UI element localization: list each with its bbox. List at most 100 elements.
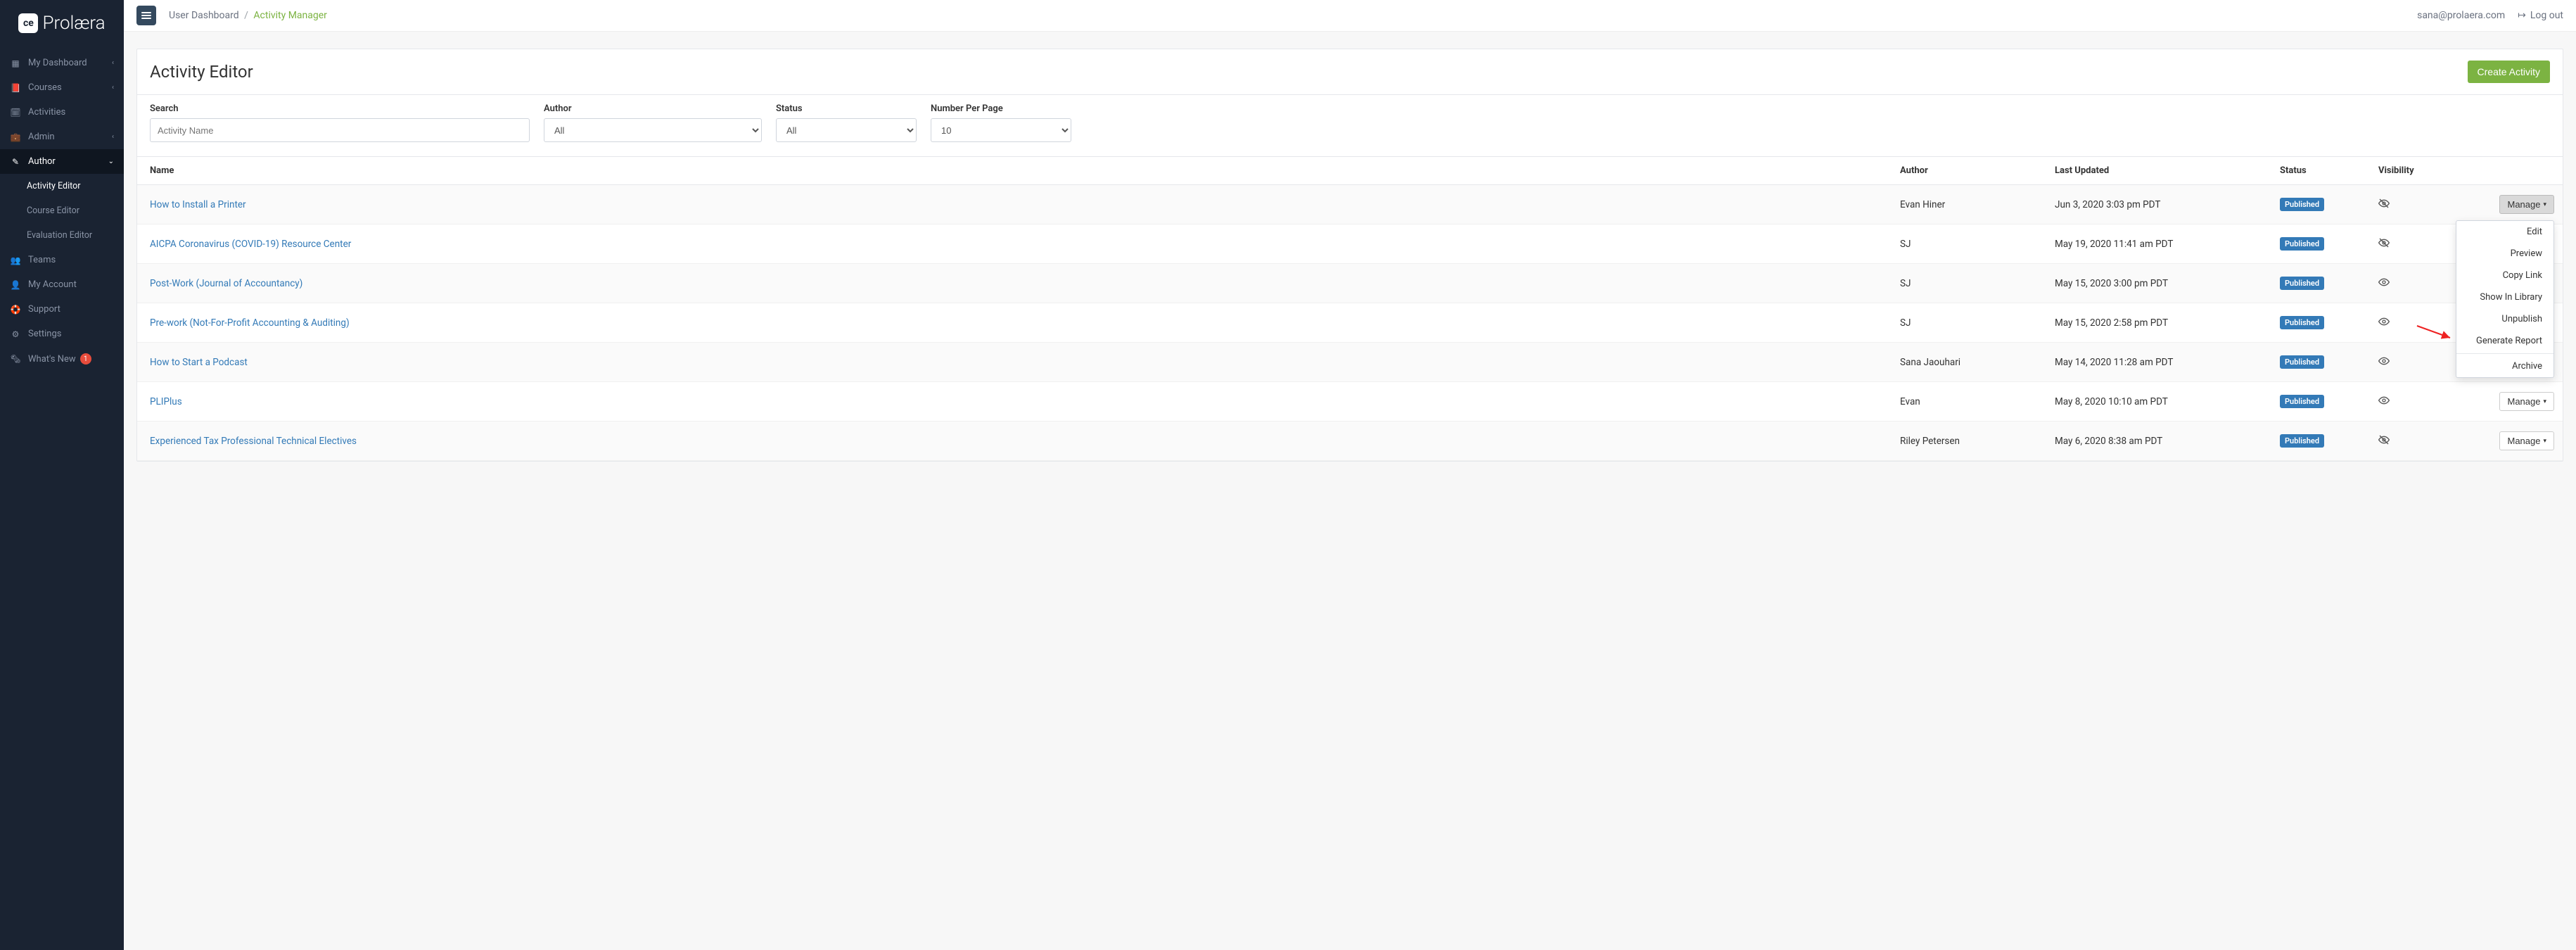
eye-icon[interactable] — [2378, 319, 2390, 330]
sidebar-item-label: Settings — [28, 329, 61, 339]
status-badge: Published — [2280, 198, 2324, 211]
user-icon: 👤 — [10, 280, 21, 290]
edit-icon: ✎ — [10, 157, 21, 167]
sidebar-item-support[interactable]: 🛟 Support — [0, 297, 124, 322]
sidebar-item-author[interactable]: ✎ Author ⌄ — [0, 149, 124, 174]
activity-updated: Jun 3, 2020 3:03 pm PDT — [2042, 185, 2267, 224]
manage-menu-archive[interactable]: Archive — [2456, 355, 2553, 377]
activity-author: SJ — [1887, 264, 2042, 303]
logo[interactable]: ce Prolæra — [0, 0, 124, 51]
eye-icon[interactable] — [2378, 358, 2390, 369]
logout-icon: ↦ — [2518, 10, 2526, 21]
activity-name-link[interactable]: How to Start a Podcast — [150, 357, 248, 368]
sidebar-subitem-course-editor[interactable]: Course Editor — [0, 198, 124, 223]
sidebar-subitem-activity-editor[interactable]: Activity Editor — [0, 174, 124, 198]
logo-text: Prolæra — [42, 13, 105, 34]
caret-down-icon: ▾ — [2543, 437, 2546, 445]
sidebar-item-label: Author — [28, 156, 56, 167]
manage-button[interactable]: Manage▾ — [2499, 431, 2554, 450]
sidebar-item-admin[interactable]: 💼Admin‹ — [0, 125, 124, 149]
sidebar-item-what-s-new[interactable]: 🗞What's New1 — [0, 346, 124, 372]
breadcrumb-current: Activity Manager — [253, 10, 327, 21]
manage-button[interactable]: Manage▾ — [2499, 392, 2554, 411]
whats-new-badge: 1 — [80, 353, 91, 365]
status-filter-select[interactable]: All — [776, 118, 917, 142]
sidebar-item-settings[interactable]: ⚙ Settings — [0, 322, 124, 346]
col-updated[interactable]: Last Updated — [2042, 157, 2267, 185]
activity-name-link[interactable]: Experienced Tax Professional Technical E… — [150, 436, 357, 447]
sidebar-item-label: Support — [28, 304, 60, 315]
sidebar-item-courses[interactable]: 📕 Courses ‹ — [0, 75, 124, 100]
status-badge: Published — [2280, 237, 2324, 251]
users-icon: 👥 — [10, 255, 21, 265]
breadcrumb-sep: / — [244, 10, 248, 21]
col-name[interactable]: Name — [137, 157, 1887, 185]
search-input[interactable] — [150, 118, 530, 142]
activity-author: Evan — [1887, 382, 2042, 422]
breadcrumb-root[interactable]: User Dashboard — [169, 10, 239, 21]
sidebar-item-label: Courses — [28, 82, 62, 93]
manage-menu-preview[interactable]: Preview — [2456, 243, 2553, 265]
sidebar-item-my-dashboard[interactable]: ▦My Dashboard‹ — [0, 51, 124, 75]
activity-author: SJ — [1887, 303, 2042, 343]
filter-bar: Search Author All Status All — [137, 95, 2563, 157]
eye-icon[interactable] — [2378, 398, 2390, 409]
col-status[interactable]: Status — [2267, 157, 2366, 185]
activity-author: Riley Petersen — [1887, 422, 2042, 461]
eye-icon[interactable] — [2378, 279, 2390, 291]
table-row: PLIPlusEvanMay 8, 2020 10:10 am PDTPubli… — [137, 382, 2563, 422]
grid-icon: ▦ — [10, 58, 21, 68]
manage-menu-generate-report[interactable]: Generate Report — [2456, 330, 2553, 352]
perpage-label: Number Per Page — [931, 103, 1071, 114]
create-activity-button[interactable]: Create Activity — [2468, 61, 2550, 83]
col-manage — [2478, 157, 2563, 185]
sidebar-subitem-evaluation-editor[interactable]: Evaluation Editor — [0, 223, 124, 248]
col-visibility[interactable]: Visibility — [2366, 157, 2478, 185]
table-row: How to Install a PrinterEvan HinerJun 3,… — [137, 185, 2563, 224]
activity-name-link[interactable]: AICPA Coronavirus (COVID-19) Resource Ce… — [150, 239, 351, 250]
activity-editor-panel: Activity Editor Create Activity Search A… — [136, 49, 2563, 462]
activity-updated: May 15, 2020 2:58 pm PDT — [2042, 303, 2267, 343]
sidebar-item-label: Activities — [28, 107, 65, 118]
sidebar-item-teams[interactable]: 👥Teams — [0, 248, 124, 272]
logout-button[interactable]: ↦ Log out — [2518, 10, 2563, 21]
manage-menu-unpublish[interactable]: Unpublish — [2456, 308, 2553, 330]
activity-updated: May 19, 2020 11:41 am PDT — [2042, 224, 2267, 264]
search-label: Search — [150, 103, 530, 114]
activity-updated: May 8, 2020 10:10 am PDT — [2042, 382, 2267, 422]
chevron-left-icon: ‹ — [112, 133, 114, 141]
manage-menu-show-in-library[interactable]: Show In Library — [2456, 286, 2553, 308]
activity-name-link[interactable]: How to Install a Printer — [150, 199, 246, 210]
sidebar-item-label: What's New — [28, 354, 76, 365]
activity-name-link[interactable]: Pre-work (Not-For-Profit Accounting & Au… — [150, 317, 350, 329]
eye-slash-icon[interactable] — [2378, 240, 2390, 251]
activity-name-link[interactable]: PLIPlus — [150, 396, 182, 407]
user-email-link[interactable]: sana@prolaera.com — [2417, 10, 2505, 21]
status-badge: Published — [2280, 277, 2324, 290]
status-filter-label: Status — [776, 103, 917, 114]
chevron-left-icon: ‹ — [112, 84, 114, 91]
sidebar-nav: ▦My Dashboard‹ 📕 Courses ‹ 🗓Activities💼Admin… — [0, 51, 124, 372]
activity-updated: May 14, 2020 11:28 am PDT — [2042, 343, 2267, 382]
page-title: Activity Editor — [150, 62, 253, 82]
manage-menu-copy-link[interactable]: Copy Link — [2456, 265, 2553, 286]
eye-slash-icon[interactable] — [2378, 437, 2390, 448]
col-author[interactable]: Author — [1887, 157, 2042, 185]
book-icon: 📕 — [10, 83, 21, 93]
status-badge: Published — [2280, 316, 2324, 329]
sidebar-item-activities[interactable]: 🗓Activities — [0, 100, 124, 125]
menu-toggle-button[interactable] — [136, 6, 156, 25]
chevron-down-icon: ⌄ — [108, 158, 114, 165]
logout-label: Log out — [2530, 10, 2563, 21]
manage-menu-edit[interactable]: Edit — [2456, 221, 2553, 243]
activity-updated: May 15, 2020 3:00 pm PDT — [2042, 264, 2267, 303]
gear-icon: ⚙ — [10, 329, 21, 339]
manage-button[interactable]: Manage▾ — [2499, 195, 2554, 214]
eye-slash-icon[interactable] — [2378, 201, 2390, 212]
lifebuoy-icon: 🛟 — [10, 305, 21, 315]
perpage-select[interactable]: 10 — [931, 118, 1071, 142]
author-filter-select[interactable]: All — [544, 118, 762, 142]
activity-name-link[interactable]: Post-Work (Journal of Accountancy) — [150, 278, 302, 289]
sidebar-item-my-account[interactable]: 👤My Account — [0, 272, 124, 297]
status-badge: Published — [2280, 434, 2324, 448]
